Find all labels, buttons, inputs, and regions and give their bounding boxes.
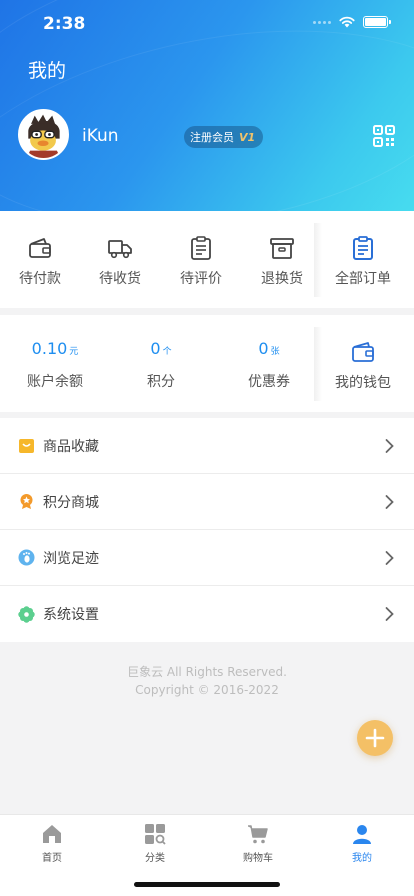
order-label: 退换货 — [261, 271, 303, 287]
wallet-label: 我的钱包 — [335, 375, 391, 391]
copyright-note: 巨象云 All Rights Reserved. Copyright © 201… — [0, 663, 414, 699]
category-icon — [145, 824, 166, 845]
order-pending-receipt[interactable]: 待收货 — [80, 235, 160, 288]
settings-flower-icon — [18, 605, 35, 623]
order-pending-payment[interactable]: 待付款 — [0, 235, 80, 288]
home-icon — [43, 825, 61, 843]
tab-cart[interactable]: 购物车 — [213, 823, 303, 864]
points-medal-icon — [18, 493, 35, 510]
signal-icon — [313, 20, 331, 24]
profile-header: 2:38 我的 iKun 注册会员 V1 — [0, 0, 414, 211]
asset-coupons[interactable]: 0张 优惠券 — [214, 339, 324, 391]
status-icons — [313, 16, 391, 28]
menu-item-points-mall[interactable]: 积分商城 — [0, 474, 414, 530]
truck-icon — [108, 240, 132, 259]
order-label: 待收货 — [99, 271, 141, 287]
asset-value: 0.10 元 — [31, 339, 79, 358]
wifi-icon — [339, 16, 355, 28]
menu-item-history[interactable]: 浏览足迹 — [0, 530, 414, 586]
tab-profile[interactable]: 我的 — [317, 823, 407, 864]
orders-section: 待付款 待收货 待评价 退换货 全部订单 — [0, 211, 414, 308]
menu-item-settings[interactable]: 系统设置 — [0, 586, 414, 642]
asset-balance[interactable]: 0.10 元 账户余额 — [0, 339, 110, 391]
order-returns[interactable]: 退换货 — [242, 235, 322, 288]
wallet-icon — [29, 238, 51, 258]
order-label: 全部订单 — [335, 271, 391, 287]
order-pending-review[interactable]: 待评价 — [161, 235, 241, 288]
plus-icon — [365, 728, 385, 748]
divider-shadow — [314, 327, 322, 401]
chevron-right-icon — [385, 495, 394, 509]
order-label: 待付款 — [19, 271, 61, 287]
menu-label: 商品收藏 — [43, 438, 99, 455]
tab-label: 首页 — [42, 853, 62, 864]
chevron-right-icon — [385, 551, 394, 565]
cart-icon — [248, 825, 268, 844]
menu-item-favorites[interactable]: 商品收藏 — [0, 418, 414, 474]
return-box-icon — [270, 238, 294, 259]
tab-label: 分类 — [145, 853, 165, 864]
my-wallet[interactable]: 我的钱包 — [323, 339, 403, 392]
vip-level-mark: V1 — [239, 130, 256, 144]
qr-code-icon[interactable] — [373, 125, 395, 147]
profile-icon — [353, 825, 371, 844]
menu-label: 浏览足迹 — [43, 550, 99, 567]
tab-home[interactable]: 首页 — [7, 823, 97, 864]
status-time: 2:38 — [43, 14, 86, 34]
member-badge[interactable]: 注册会员 V1 — [184, 126, 264, 148]
assets-section: 0.10 元 账户余额 0个 积分 0张 优惠券 我的钱包 — [0, 315, 414, 412]
home-indicator — [134, 882, 280, 887]
copyright-line1: 巨象云 All Rights Reserved. — [127, 665, 287, 679]
asset-value: 0个 — [150, 339, 172, 358]
order-list-icon — [353, 236, 373, 260]
copyright-line2: Copyright © 2016-2022 — [135, 683, 279, 697]
order-all[interactable]: 全部订单 — [323, 235, 403, 288]
chevron-right-icon — [385, 607, 394, 621]
member-badge-label: 注册会员 — [190, 131, 234, 144]
asset-label: 优惠券 — [248, 374, 290, 390]
asset-points[interactable]: 0个 积分 — [106, 339, 216, 391]
floating-add-button[interactable] — [357, 720, 393, 756]
tab-label: 购物车 — [243, 853, 273, 864]
clipboard-icon — [191, 236, 211, 260]
menu-label: 系统设置 — [43, 607, 99, 623]
favorites-bag-icon — [18, 437, 35, 454]
order-label: 待评价 — [180, 271, 222, 287]
tab-category[interactable]: 分类 — [110, 823, 200, 864]
menu-list: 商品收藏 积分商城 浏览足迹 系统设置 — [0, 418, 414, 642]
footprint-icon — [18, 549, 35, 566]
page-title: 我的 — [28, 60, 67, 82]
username: iKun — [82, 126, 119, 146]
asset-label: 积分 — [147, 374, 175, 390]
asset-label: 账户余额 — [27, 374, 83, 390]
battery-icon — [363, 16, 391, 28]
tab-label: 我的 — [352, 853, 372, 864]
avatar[interactable] — [18, 109, 69, 160]
avatar-cartoon-icon — [20, 111, 67, 158]
chevron-right-icon — [385, 439, 394, 453]
divider-shadow — [314, 223, 322, 297]
asset-value: 0张 — [258, 339, 280, 358]
wallet-icon — [352, 342, 374, 362]
menu-label: 积分商城 — [43, 494, 99, 511]
